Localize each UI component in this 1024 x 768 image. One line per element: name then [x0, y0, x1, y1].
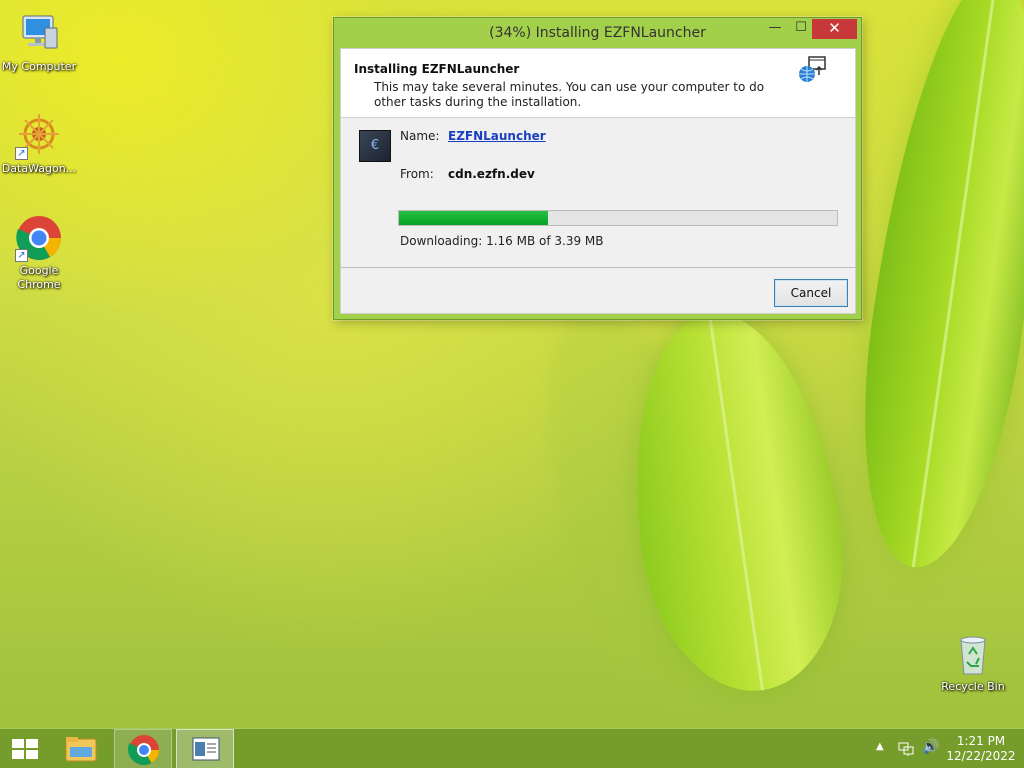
shortcut-arrow-icon: ↗	[15, 147, 28, 160]
clock-date: 12/22/2022	[946, 749, 1016, 763]
chrome-icon	[128, 735, 159, 766]
installer-dialog: (34%) Installing EZFNLauncher — ☐ ✕ Inst…	[333, 17, 862, 320]
desktop-icon-my-computer[interactable]: My Computer	[0, 10, 78, 74]
desktop-icon-label: Recycle Bin	[941, 680, 1005, 693]
ezfn-app-icon: €	[359, 130, 391, 162]
taskbar-chrome[interactable]	[114, 729, 172, 768]
show-hidden-icons-button[interactable]: ▲	[876, 741, 884, 768]
download-progress-bar	[398, 210, 838, 226]
start-button[interactable]	[0, 729, 48, 768]
desktop-icon-label: DataWagon...	[1, 162, 77, 175]
from-value: cdn.ezfn.dev	[448, 167, 535, 181]
download-status: Downloading: 1.16 MB of 3.39 MB	[400, 234, 604, 248]
desktop-icon-datawagon[interactable]: ↗ DataWagon...	[0, 112, 78, 176]
taskbar: ▲ 🔊 1:21 PM 12/22/2022	[0, 728, 1024, 768]
folder-icon	[65, 737, 97, 762]
volume-icon[interactable]: 🔊	[922, 739, 939, 768]
desktop-icon-google-chrome[interactable]: ↗ Google Chrome	[0, 214, 78, 292]
desktop-icon-label: My Computer	[1, 60, 77, 73]
progress-fill	[399, 211, 548, 225]
cancel-button[interactable]: Cancel	[774, 279, 848, 307]
globe-download-icon	[797, 55, 831, 85]
dialog-body: € Name: EZFNLauncher From: cdn.ezfn.dev …	[340, 118, 856, 268]
computer-icon	[15, 10, 63, 58]
taskbar-installer[interactable]	[176, 729, 234, 768]
windows-logo-icon	[12, 739, 38, 759]
name-label: Name:	[400, 129, 440, 143]
desktop-icon-label: Google Chrome	[17, 264, 61, 291]
taskbar-file-explorer[interactable]	[56, 729, 106, 768]
dialog-footer: Cancel	[340, 268, 856, 314]
clock-time: 1:21 PM	[956, 734, 1006, 748]
dialog-header: Installing EZFNLauncher This may take se…	[340, 48, 856, 118]
app-name-link[interactable]: EZFNLauncher	[448, 129, 546, 143]
close-button[interactable]: ✕	[812, 19, 857, 39]
header-subtitle: This may take several minutes. You can u…	[374, 80, 765, 109]
header-title: Installing EZFNLauncher	[354, 62, 520, 76]
minimize-button[interactable]: —	[762, 19, 788, 39]
installer-window-icon	[192, 737, 220, 761]
network-icon[interactable]	[898, 740, 914, 756]
recycle-bin-icon	[949, 630, 997, 678]
desktop-icon-recycle-bin[interactable]: Recycle Bin	[934, 630, 1012, 694]
wallpaper-leaf-right	[838, 0, 1024, 578]
datawagon-icon: ↗	[15, 112, 63, 160]
maximize-button[interactable]: ☐	[788, 19, 814, 39]
shortcut-arrow-icon: ↗	[15, 249, 28, 262]
clock[interactable]: 1:21 PM 12/22/2022	[946, 729, 1016, 768]
from-label: From:	[400, 167, 434, 181]
chrome-icon: ↗	[15, 214, 63, 262]
